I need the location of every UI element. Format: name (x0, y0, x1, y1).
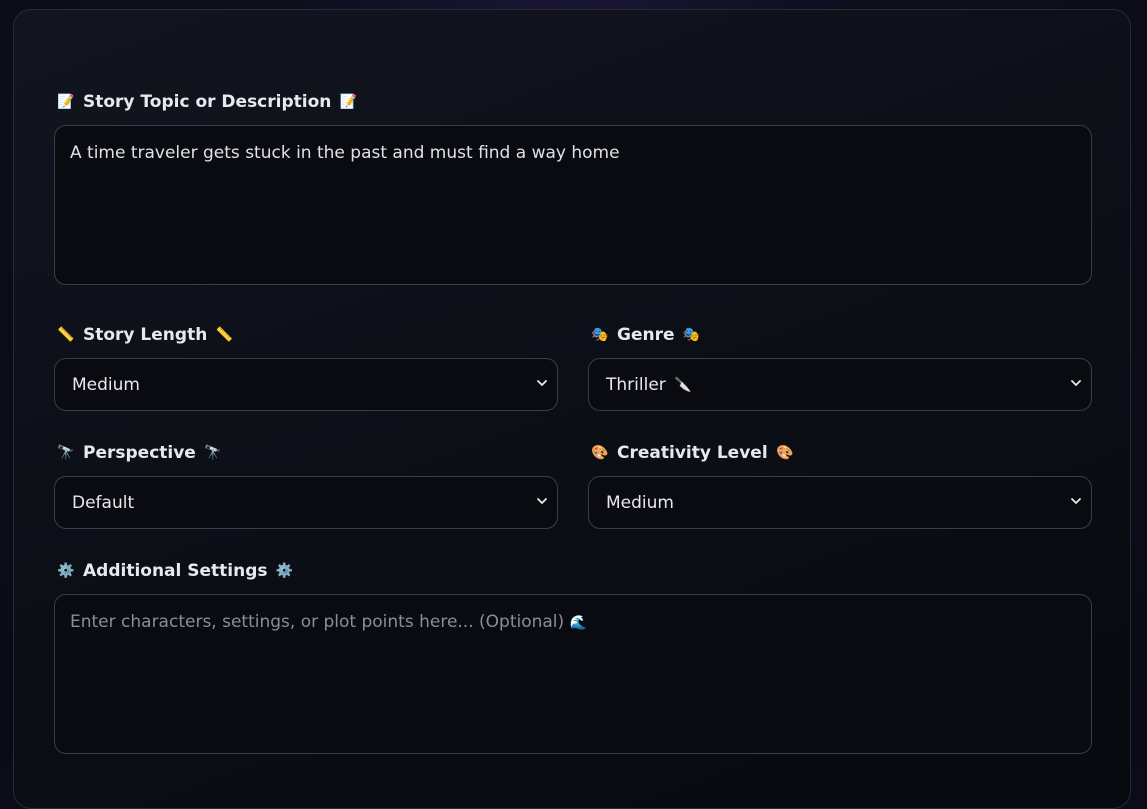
theater-masks-icon: 🎭 (591, 327, 609, 343)
story-topic-value: A time traveler gets stuck in the past a… (70, 143, 620, 163)
palette-icon: 🎨 (591, 445, 609, 461)
gear-icon: ⚙️ (57, 563, 75, 579)
palette-icon: 🎨 (775, 445, 794, 461)
additional-settings-label: ⚙️ Additional Settings ⚙️ (57, 559, 294, 583)
perspective-label: 🔭 Perspective 🔭 (57, 441, 222, 465)
perspective-label-text: Perspective (83, 443, 196, 463)
telescope-icon: 🔭 (204, 445, 222, 461)
additional-settings-placeholder: Enter characters, settings, or plot poin… (70, 612, 565, 632)
chevron-down-icon (1071, 498, 1081, 504)
chevron-down-icon (537, 380, 547, 386)
additional-settings-textarea[interactable]: Enter characters, settings, or plot poin… (54, 594, 1092, 754)
creativity-level-select[interactable]: Medium (588, 476, 1092, 529)
perspective-select[interactable]: Default (54, 476, 558, 529)
story-topic-label-text: Story Topic or Description (83, 92, 332, 112)
memo-icon: 📝 (339, 94, 358, 110)
genre-select[interactable]: Thriller 🔪 (588, 358, 1092, 411)
perspective-selected: Default (72, 492, 135, 513)
genre-selected-wrap: Thriller 🔪 (606, 375, 692, 395)
knife-icon: 🔪 (674, 376, 692, 393)
memo-icon: 📝 (57, 94, 75, 110)
creativity-level-selected: Medium (606, 492, 674, 513)
creativity-level-label: 🎨 Creativity Level 🎨 (591, 441, 794, 465)
genre-label: 🎭 Genre 🎭 (591, 323, 701, 347)
chevron-down-icon (537, 498, 547, 504)
additional-settings-label-text: Additional Settings (83, 561, 268, 581)
story-length-label-text: Story Length (83, 325, 208, 345)
genre-selected: Thriller (606, 374, 666, 395)
telescope-icon: 🔭 (57, 445, 75, 461)
wave-icon: 🌊 (569, 615, 588, 631)
gear-icon: ⚙️ (275, 563, 294, 579)
ruler-icon: 📏 (57, 327, 75, 343)
genre-label-text: Genre (617, 325, 675, 345)
story-length-selected: Medium (72, 374, 140, 395)
creativity-level-label-text: Creativity Level (617, 443, 768, 463)
theater-masks-icon: 🎭 (682, 327, 701, 343)
story-topic-label: 📝 Story Topic or Description 📝 (57, 90, 357, 114)
ruler-icon: 📏 (215, 327, 234, 343)
story-topic-textarea[interactable]: A time traveler gets stuck in the past a… (54, 125, 1092, 285)
chevron-down-icon (1071, 380, 1081, 386)
story-length-label: 📏 Story Length 📏 (57, 323, 233, 347)
story-length-select[interactable]: Medium (54, 358, 558, 411)
